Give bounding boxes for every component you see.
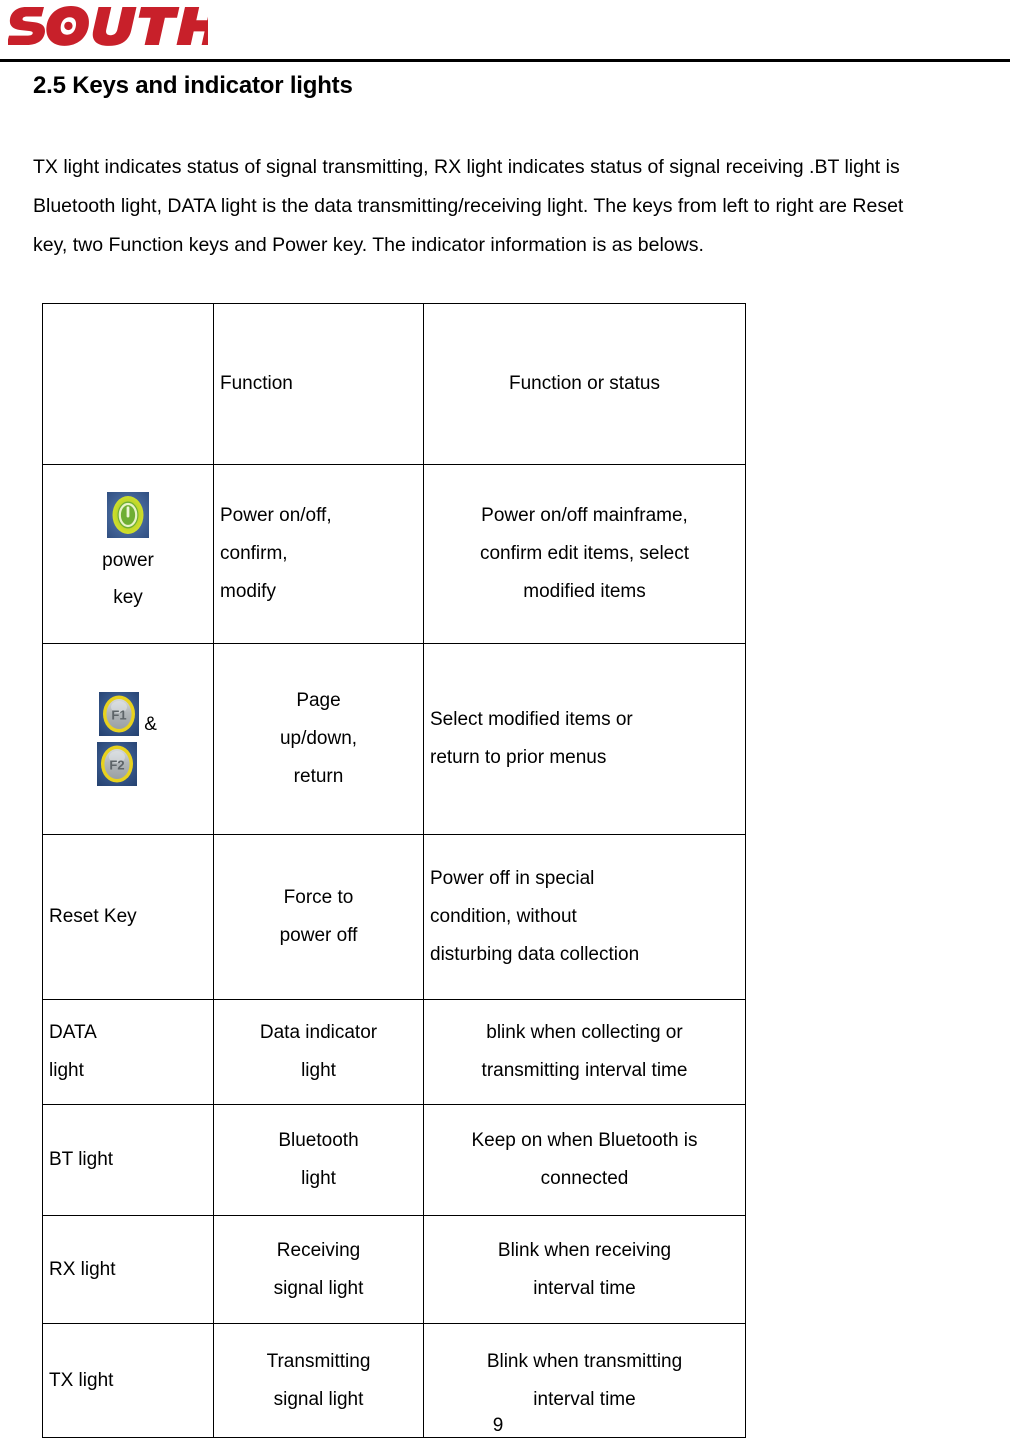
cell-line: disturbing data collection [430, 944, 640, 965]
cell-line: transmitting interval time [481, 1060, 688, 1081]
cell-line: Power off in special [430, 868, 595, 889]
svg-text:F1: F1 [111, 708, 126, 723]
header-cell-blank [42, 303, 214, 465]
table-row: Reset Key Force to power off Power off i… [42, 834, 746, 1000]
reset-key-function-cell: Force to power off [213, 834, 424, 1000]
cell-line: Keep on when Bluetooth is [471, 1130, 698, 1151]
keys-indicator-table: Function Function or status power key Po… [42, 303, 746, 1438]
intro-line: Bluetooth light, DATA light is the data … [33, 195, 904, 217]
cell-line: power off [279, 925, 358, 946]
cell-line: modify [220, 581, 276, 602]
function-keys-icon-stack: F1 & F2 [49, 692, 207, 786]
table-row: RX light Receiving signal light Blink wh… [42, 1215, 746, 1324]
table-row: DATA light Data indicator light blink wh… [42, 999, 746, 1105]
table-row: F1 & F2 Page up/down, return Select modi… [42, 643, 746, 835]
cell-line: connected [540, 1168, 629, 1189]
header-cell-function: Function [213, 303, 424, 465]
intro-line: key, two Function keys and Power key. Th… [33, 234, 704, 256]
section-heading: 2.5 Keys and indicator lights [33, 72, 353, 99]
page-number: 9 [0, 1412, 1010, 1440]
cell-line: Page [296, 690, 341, 711]
power-key-status-cell: Power on/off mainframe, confirm edit ite… [423, 464, 746, 644]
cell-line: confirm edit items, select [479, 543, 690, 564]
cell-line: Power on/off mainframe, [481, 505, 688, 526]
data-light-cell: DATA light [42, 999, 214, 1105]
cell-line: return to prior menus [430, 747, 607, 768]
rx-light-cell: RX light [42, 1215, 214, 1324]
rx-light-function-cell: Receiving signal light [213, 1215, 424, 1324]
f2-key-icon: F2 [97, 742, 137, 786]
cell-line: blink when collecting or [486, 1022, 683, 1043]
cell-line: light [301, 1060, 336, 1081]
cell-line: Bluetooth [278, 1130, 359, 1151]
cell-line: Force to [283, 887, 354, 908]
cell-line: Select modified items or [430, 709, 633, 730]
cell-line: light [49, 1060, 84, 1081]
cell-line: return [293, 766, 344, 787]
bt-light-status-cell: Keep on when Bluetooth is connected [423, 1104, 746, 1216]
power-key-label-line: power [102, 550, 154, 571]
page-number-value: 9 [492, 1415, 504, 1436]
cell-line: confirm, [220, 543, 288, 564]
cell-line: signal light [273, 1277, 364, 1299]
data-light-function-cell: Data indicator light [213, 999, 424, 1105]
cell-line: modified items [523, 581, 646, 602]
svg-text:F2: F2 [109, 758, 124, 773]
data-light-status-cell: blink when collecting or transmitting in… [423, 999, 746, 1105]
function-keys-function-cell: Page up/down, return [213, 643, 424, 835]
cell-line: DATA [49, 1022, 97, 1043]
table-header-row: Function Function or status [42, 303, 746, 465]
page-header [0, 0, 1010, 62]
reset-key-status-cell: Power off in special condition, without … [423, 834, 746, 1000]
power-key-cell: power key [42, 464, 214, 644]
rx-light-status-cell: Blink when receiving interval time [423, 1215, 746, 1324]
cell-line: Transmitting [266, 1350, 371, 1372]
power-key-function-cell: Power on/off, confirm, modify [213, 464, 424, 644]
function-keys-status-cell: Select modified items or return to prior… [423, 643, 746, 835]
power-key-icon-stack: power key [49, 492, 207, 616]
table-row: power key Power on/off, confirm, modify … [42, 464, 746, 644]
cell-line: up/down, [279, 728, 358, 749]
header-cell-function-or-status: Function or status [423, 303, 746, 465]
f1-key-icon: F1 [99, 692, 144, 736]
cell-line: Blink when receiving [497, 1239, 672, 1261]
intro-line: TX light indicates status of signal tran… [33, 156, 900, 178]
cell-line: Power on/off, [220, 505, 332, 526]
cell-line: interval time [533, 1277, 636, 1299]
reset-key-cell: Reset Key [42, 834, 214, 1000]
cell-line: condition, without [430, 906, 577, 927]
intro-paragraph: TX light indicates status of signal tran… [33, 148, 941, 265]
cell-line: light [301, 1168, 336, 1189]
power-key-icon [49, 492, 207, 538]
power-key-label-line: key [113, 587, 143, 608]
table-row: BT light Bluetooth light Keep on when Bl… [42, 1104, 746, 1216]
bt-light-cell: BT light [42, 1104, 214, 1216]
function-keys-cell: F1 & F2 [42, 643, 214, 835]
function-keys-separator: & [144, 714, 157, 735]
bt-light-function-cell: Bluetooth light [213, 1104, 424, 1216]
cell-line: Data indicator [259, 1022, 378, 1043]
south-logo [8, 2, 208, 48]
header-divider-rule [0, 59, 1010, 62]
cell-line: Blink when transmitting [486, 1350, 683, 1372]
cell-line: Receiving [276, 1239, 361, 1261]
